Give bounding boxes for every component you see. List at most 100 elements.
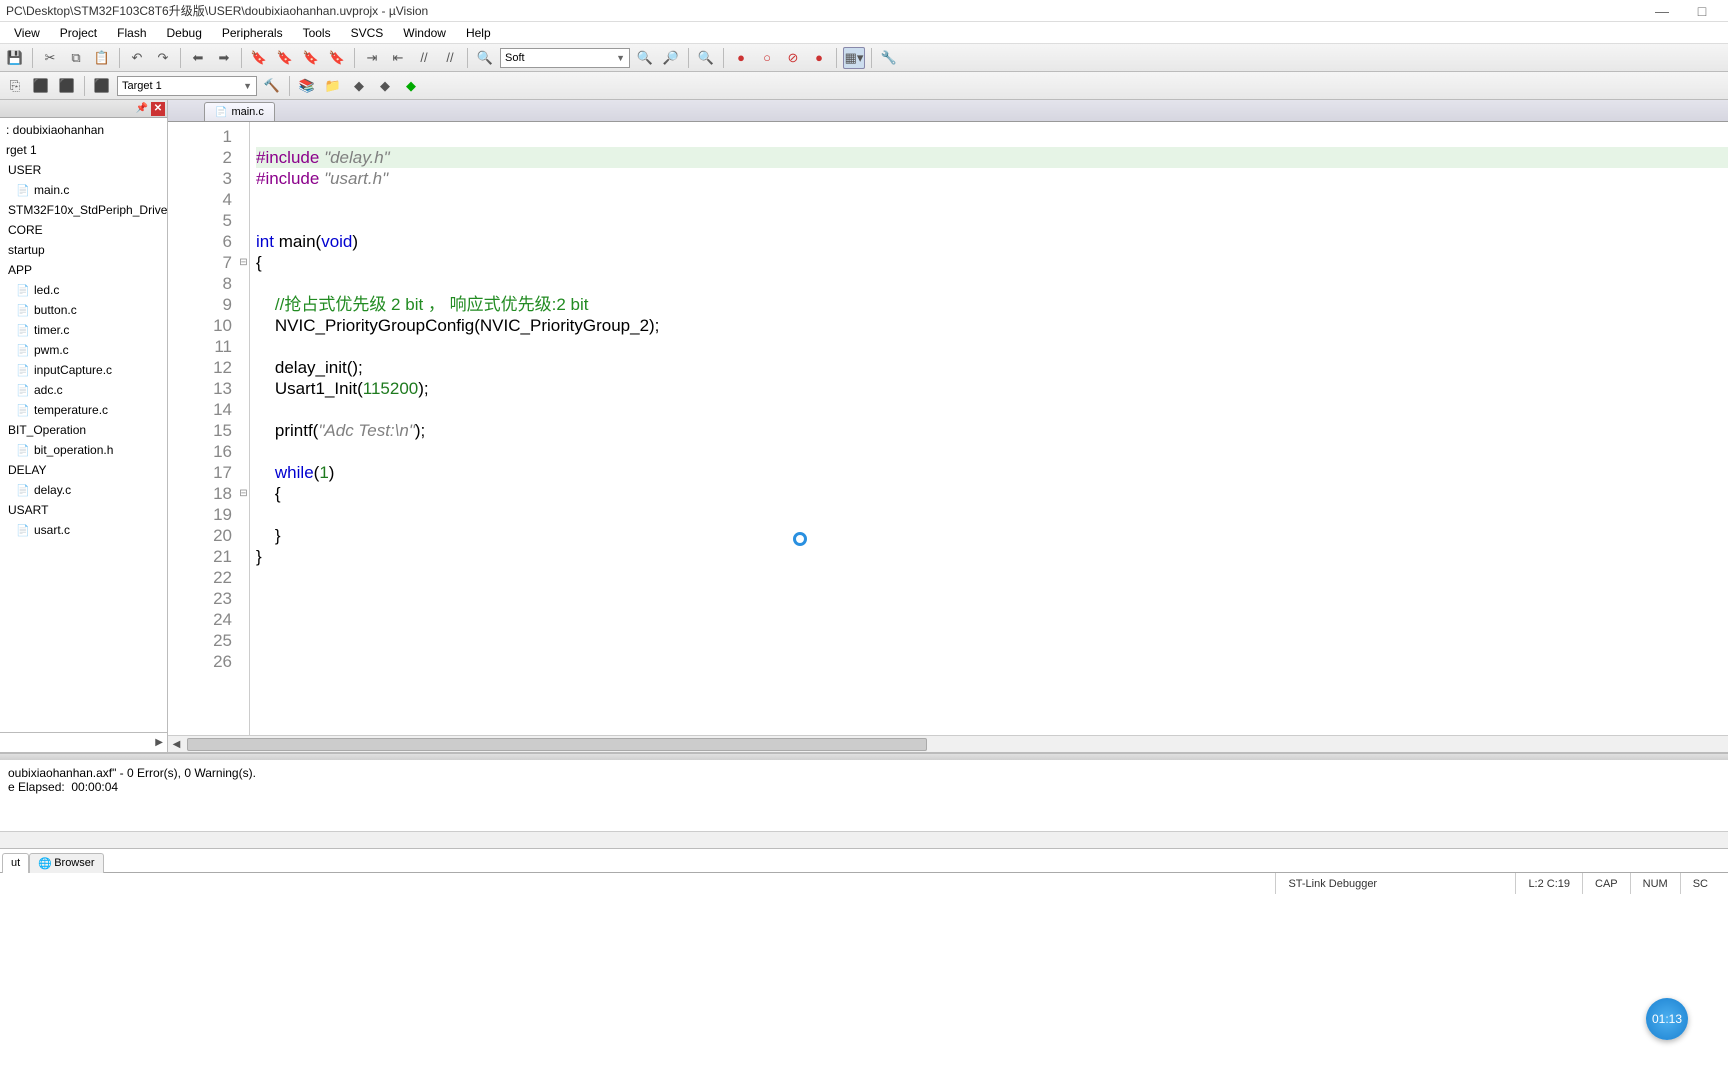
manage-pack-icon[interactable]: ◆ <box>400 75 422 97</box>
bookmark-next-icon[interactable]: 🔖 <box>300 47 322 69</box>
group-item[interactable]: APP <box>0 260 167 280</box>
window-minimize[interactable]: — <box>1642 3 1682 19</box>
group-item[interactable]: USART <box>0 500 167 520</box>
close-icon[interactable]: ✕ <box>151 102 165 116</box>
bookmark-prev-icon[interactable]: 🔖 <box>274 47 296 69</box>
paste-icon[interactable]: 📋 <box>91 47 113 69</box>
menu-help[interactable]: Help <box>456 24 501 42</box>
target-combo[interactable]: Target 1 ▼ <box>117 76 257 96</box>
file-item[interactable]: 📄 bit_operation.h <box>0 440 167 460</box>
panel-footer: ▶ <box>0 732 167 752</box>
tree-label: led.c <box>34 283 59 297</box>
outdent-icon[interactable]: ⇤ <box>387 47 409 69</box>
indent-icon[interactable]: ⇥ <box>361 47 383 69</box>
menu-window[interactable]: Window <box>393 24 456 42</box>
group-item[interactable]: rget 1 <box>0 140 167 160</box>
file-item[interactable]: 📄button.c <box>0 300 167 320</box>
pin-icon[interactable]: 📌 <box>135 102 149 116</box>
scroll-right-icon[interactable]: ▶ <box>155 737 163 748</box>
tab-build-output[interactable]: ut <box>2 853 29 873</box>
code-text[interactable]: #include "delay.h"#include "usart.h"int … <box>250 122 1728 735</box>
nav-fwd-icon[interactable]: ➡ <box>213 47 235 69</box>
loading-spinner-icon <box>793 532 807 546</box>
manage-env-icon[interactable]: ◆ <box>374 75 396 97</box>
browser-icon: 🌐 <box>38 857 50 869</box>
window-maximize[interactable]: □ <box>1682 3 1722 19</box>
tree-label: pwm.c <box>34 343 69 357</box>
manage-books-icon[interactable]: 📚 <box>296 75 318 97</box>
menu-peripherals[interactable]: Peripherals <box>212 24 293 42</box>
file-tab-main[interactable]: 📄 main.c <box>204 102 275 121</box>
rebuild-icon[interactable]: ⬛ <box>56 75 78 97</box>
menu-view[interactable]: View <box>4 24 50 42</box>
build-icon[interactable]: ⬛ <box>30 75 52 97</box>
menu-project[interactable]: Project <box>50 24 107 42</box>
fold-column[interactable]: ⊟⊟ <box>238 122 250 735</box>
file-item[interactable]: 📄timer.c <box>0 320 167 340</box>
file-item[interactable]: 📄adc.c <box>0 380 167 400</box>
group-item[interactable]: startup <box>0 240 167 260</box>
bookmark-icon[interactable]: 🔖 <box>248 47 270 69</box>
batch-build-icon[interactable]: ⬛ <box>91 75 113 97</box>
bookmark-clear-icon[interactable]: 🔖 <box>326 47 348 69</box>
scroll-left-icon[interactable]: ◀ <box>168 739 185 750</box>
menu-svcs[interactable]: SVCS <box>341 24 394 42</box>
group-item[interactable]: STM32F10x_StdPeriph_Driver <box>0 200 167 220</box>
scroll-thumb[interactable] <box>187 738 927 751</box>
menu-flash[interactable]: Flash <box>107 24 156 42</box>
project-tree[interactable]: : doubixiaohanhanrget 1USER📄main.cSTM32F… <box>0 118 167 732</box>
breakpoint-kill-icon[interactable]: ⊘ <box>782 47 804 69</box>
file-item[interactable]: 📄 led.c <box>0 280 167 300</box>
debug-icon[interactable]: 🔍 <box>695 47 717 69</box>
editor-hscroll[interactable]: ◀ <box>168 735 1728 752</box>
translate-icon[interactable]: ⎘ <box>4 75 26 97</box>
breakpoint-icon[interactable]: ● <box>730 47 752 69</box>
find-icon[interactable]: 🔍 <box>474 47 496 69</box>
editor-area: 📄 main.c 1234567891011121314151617181920… <box>168 100 1728 752</box>
tab-browser[interactable]: 🌐 Browser <box>29 853 103 873</box>
build-output-text[interactable]: oubixiaohanhan.axf" - 0 Error(s), 0 Warn… <box>0 760 1728 831</box>
file-item[interactable]: 📄main.c <box>0 180 167 200</box>
editor-tabbar: 📄 main.c <box>168 100 1728 122</box>
save-icon[interactable]: 💾 <box>4 47 26 69</box>
nav-back-icon[interactable]: ⬅ <box>187 47 209 69</box>
file-icon: 📄 <box>16 443 30 457</box>
incremental-find-icon[interactable]: 🔎 <box>660 47 682 69</box>
options-icon[interactable]: 🔨 <box>261 75 283 97</box>
redo-icon[interactable]: ↷ <box>152 47 174 69</box>
file-item[interactable]: 📄pwm.c <box>0 340 167 360</box>
comment-icon[interactable]: // <box>413 47 435 69</box>
file-item[interactable]: 📄inputCapture.c <box>0 360 167 380</box>
window-layout-icon[interactable]: ▦▾ <box>843 47 865 69</box>
breakpoint-all-icon[interactable]: ● <box>808 47 830 69</box>
menu-tools[interactable]: Tools <box>293 24 341 42</box>
file-icon: 📄 <box>16 303 30 317</box>
find-combo[interactable]: Soft ▼ <box>500 48 630 68</box>
group-item[interactable]: DELAY <box>0 460 167 480</box>
manage-files-icon[interactable]: 📁 <box>322 75 344 97</box>
status-bar: ST-Link Debugger L:2 C:19 CAP NUM SC <box>0 872 1728 894</box>
tree-label: BIT_Operation <box>8 423 86 437</box>
group-item[interactable]: BIT_Operation <box>0 420 167 440</box>
tree-label: bit_operation.h <box>34 443 113 457</box>
uncomment-icon[interactable]: // <box>439 47 461 69</box>
cut-icon[interactable]: ✂ <box>39 47 61 69</box>
undo-icon[interactable]: ↶ <box>126 47 148 69</box>
file-item[interactable]: 📄temperature.c <box>0 400 167 420</box>
findinfiles-icon[interactable]: 🔍 <box>634 47 656 69</box>
file-item[interactable]: 📄usart.c <box>0 520 167 540</box>
tab-label: main.c <box>231 106 263 118</box>
manage-rtos-icon[interactable]: ◆ <box>348 75 370 97</box>
file-icon: 📄 <box>16 283 30 297</box>
file-item[interactable]: 📄delay.c <box>0 480 167 500</box>
configure-icon[interactable]: 🔧 <box>878 47 900 69</box>
group-item[interactable]: : doubixiaohanhan <box>0 120 167 140</box>
menu-debug[interactable]: Debug <box>157 24 212 42</box>
status-scroll: SC <box>1680 873 1720 894</box>
file-icon: 📄 <box>16 383 30 397</box>
code-area[interactable]: 1234567891011121314151617181920212223242… <box>168 122 1728 735</box>
group-item[interactable]: CORE <box>0 220 167 240</box>
group-item[interactable]: USER <box>0 160 167 180</box>
copy-icon[interactable]: ⧉ <box>65 47 87 69</box>
breakpoint-disable-icon[interactable]: ○ <box>756 47 778 69</box>
